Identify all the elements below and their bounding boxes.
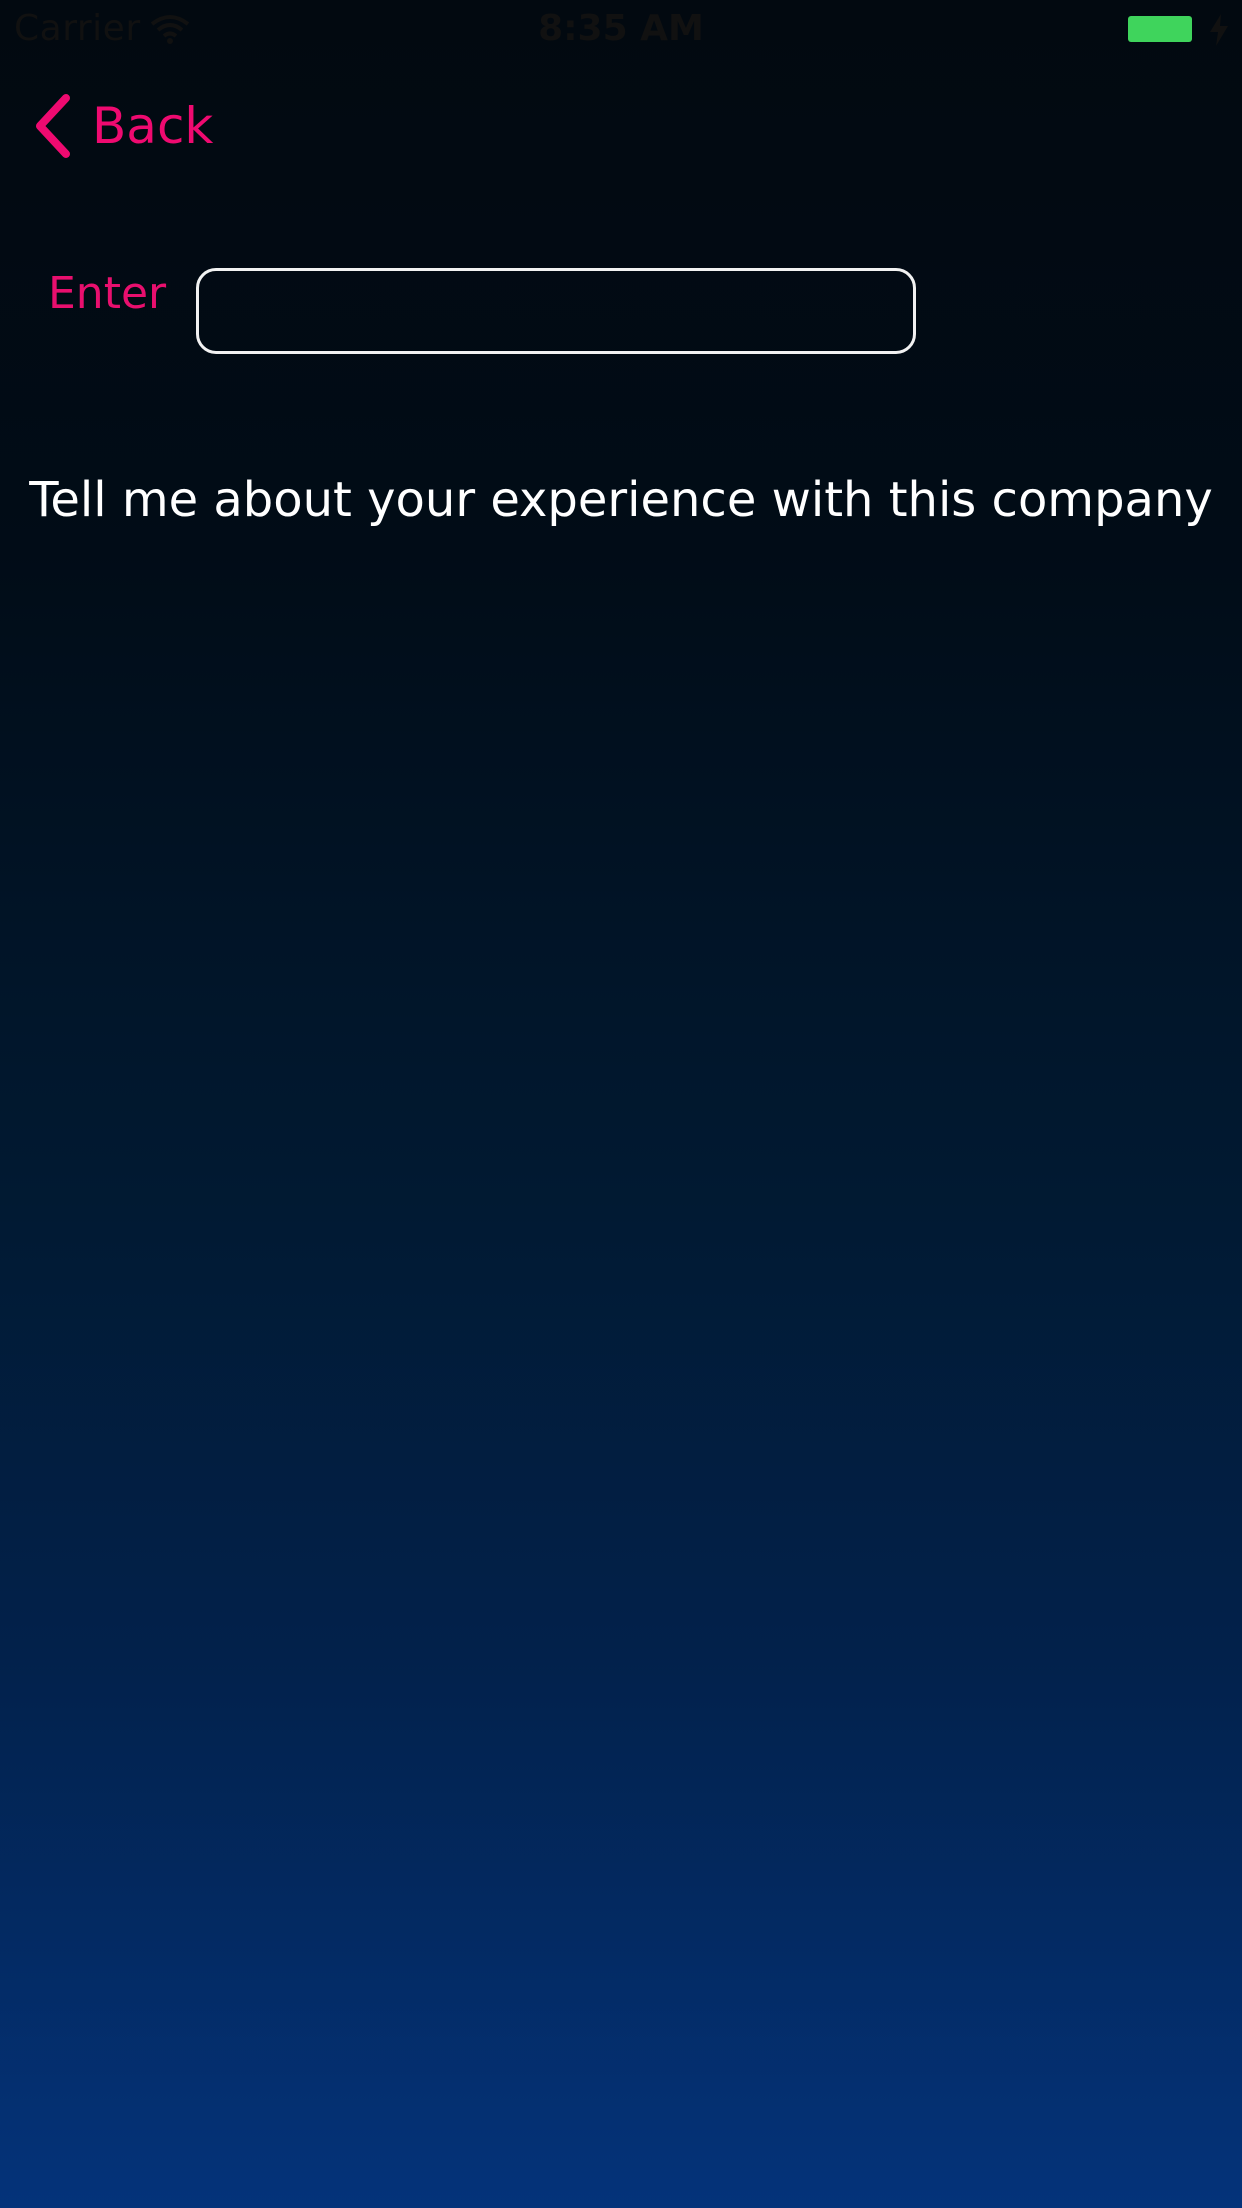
enter-input[interactable] xyxy=(196,268,916,354)
enter-label: Enter xyxy=(48,268,167,319)
battery-icon xyxy=(1128,16,1192,42)
status-bar: Carrier 8:35 AM xyxy=(0,0,1242,60)
back-label: Back xyxy=(92,97,214,155)
prompt-text: Tell me about your experience with this … xyxy=(29,472,1213,528)
status-time: 8:35 AM xyxy=(538,8,704,49)
charging-icon xyxy=(1210,14,1228,46)
back-button[interactable]: Back xyxy=(32,90,213,162)
chevron-left-icon xyxy=(36,94,70,158)
